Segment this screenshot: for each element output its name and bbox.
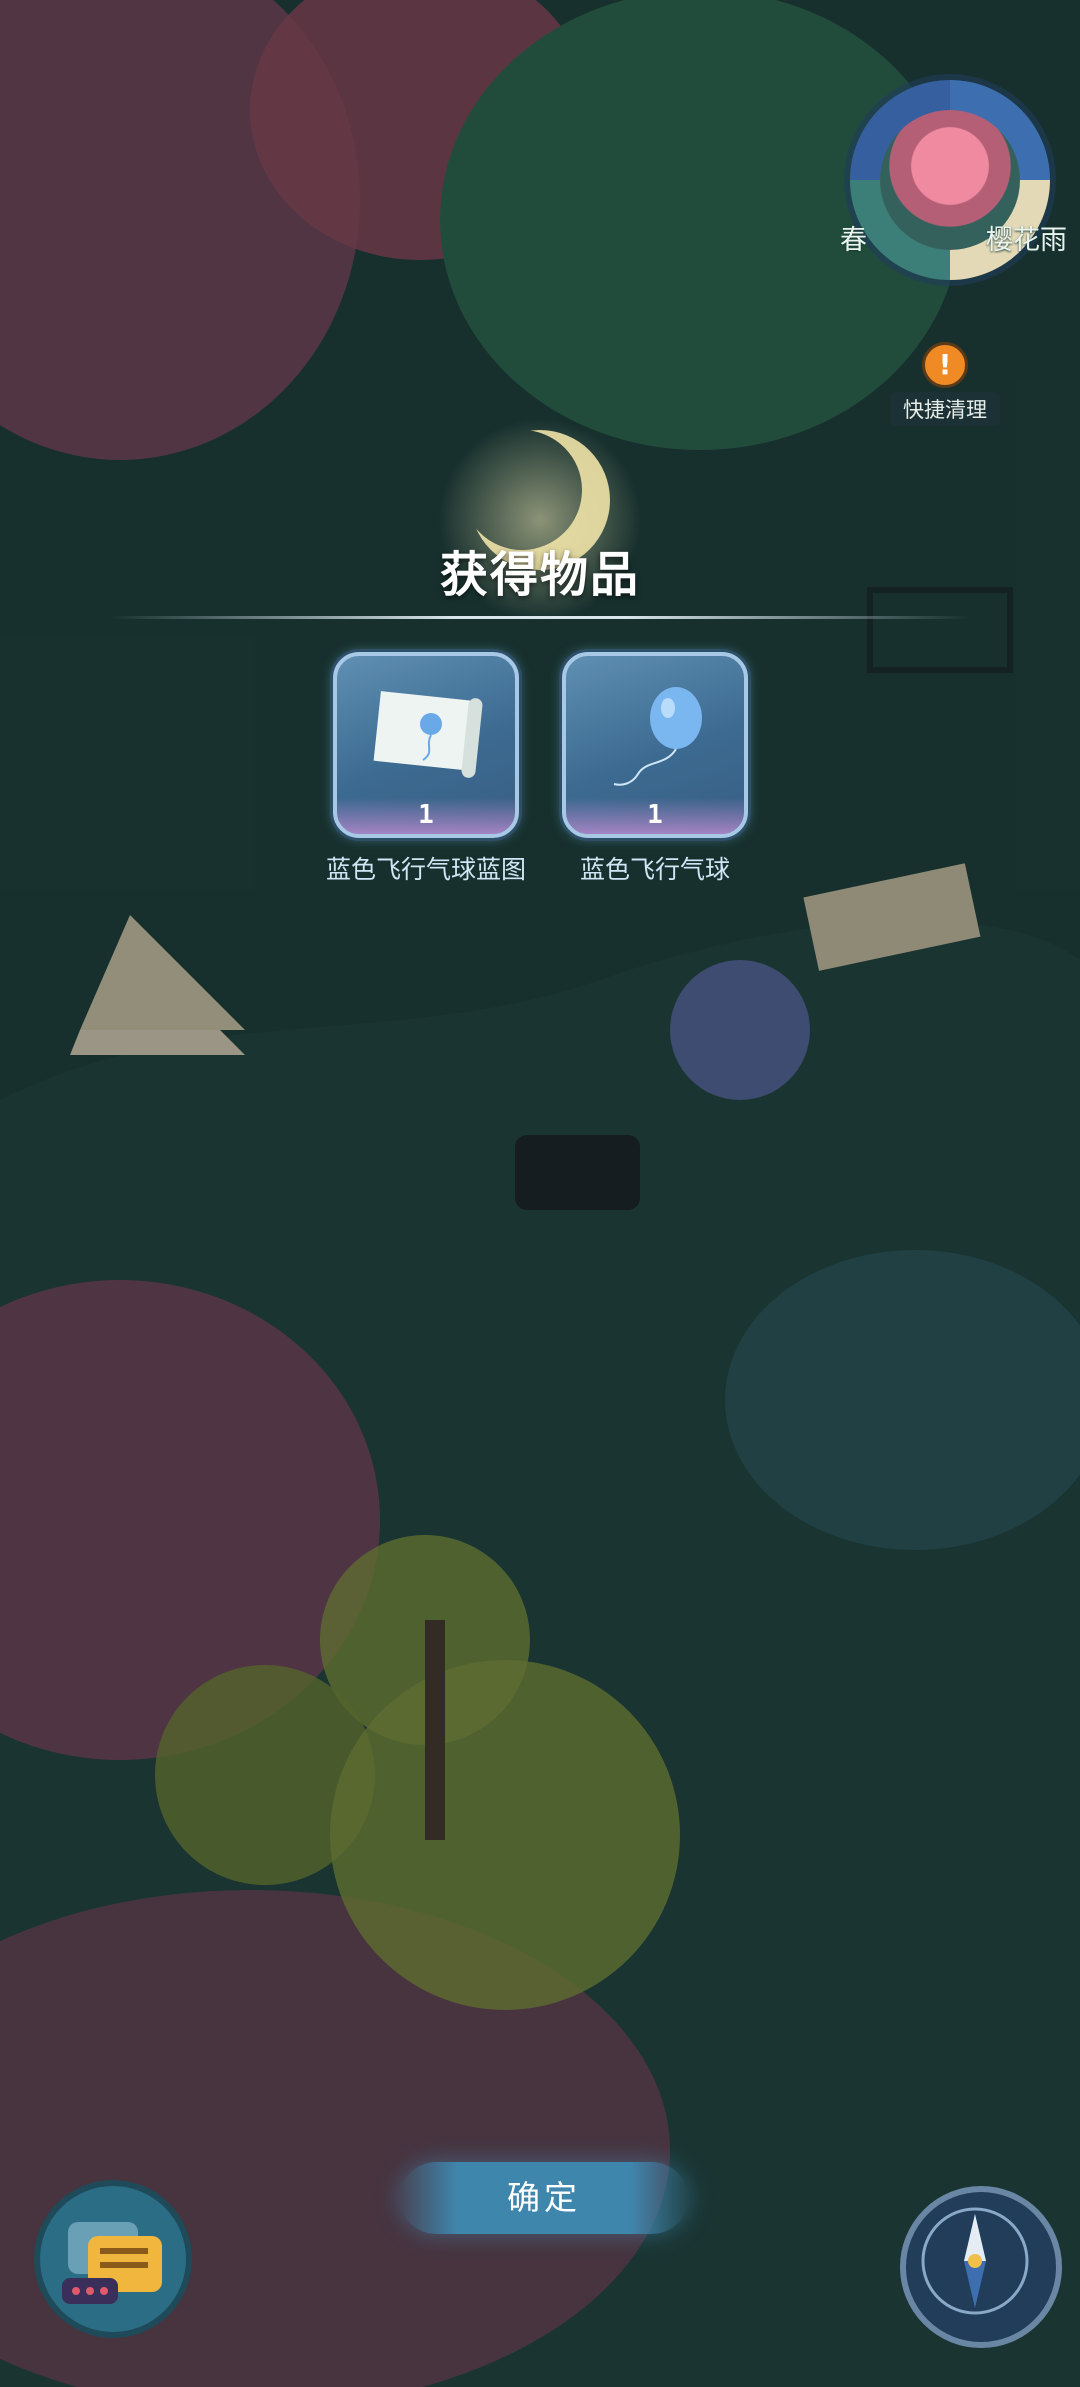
reward-item[interactable]: 1 蓝色飞行气球蓝图	[326, 652, 526, 886]
item-card: 1	[333, 652, 519, 838]
alert-icon: !	[922, 342, 968, 388]
chat-bubbles-icon	[62, 2222, 162, 2304]
reward-item[interactable]: 1 蓝色飞行气球	[555, 652, 755, 886]
quick-clean-button[interactable]: ! 快捷清理	[890, 342, 1000, 426]
item-name: 蓝色飞行气球蓝图	[326, 855, 527, 884]
confirm-button[interactable]: 确定	[400, 2162, 688, 2234]
compass-button[interactable]	[900, 2186, 1062, 2348]
item-count: 1	[418, 800, 434, 830]
modal-title: 获得物品	[439, 547, 640, 603]
title-divider	[110, 616, 970, 619]
quick-clean-label: 快捷清理	[890, 392, 1000, 426]
item-card: 1	[562, 652, 748, 838]
chat-button[interactable]	[34, 2180, 192, 2338]
season-widget[interactable]: 春 樱花雨	[828, 80, 1068, 280]
weather-label: 樱花雨	[986, 225, 1067, 256]
item-name: 蓝色飞行气球	[579, 855, 730, 884]
compass-icon	[921, 2207, 1029, 2315]
season-label: 春	[840, 225, 867, 256]
item-count: 1	[647, 800, 663, 830]
